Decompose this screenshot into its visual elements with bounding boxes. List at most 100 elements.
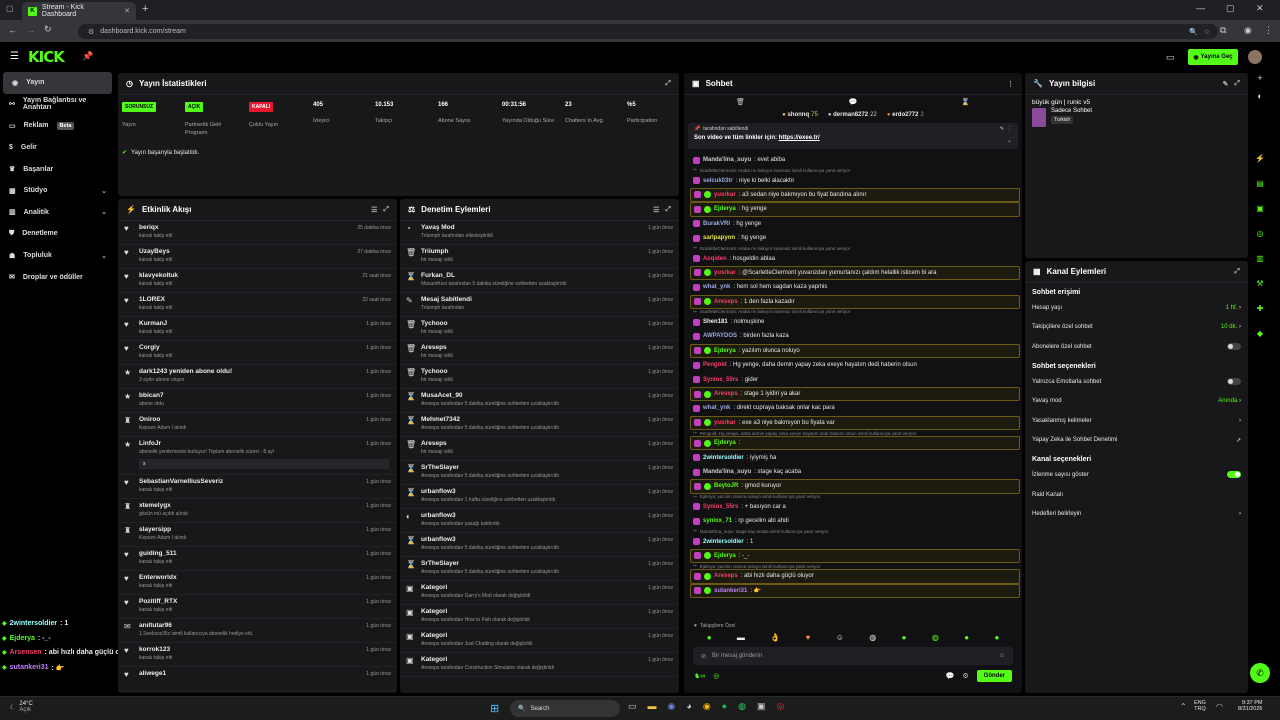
diamond-icon[interactable]: ◆ [1250, 329, 1270, 354]
pin-icon[interactable]: 📌 [82, 51, 93, 62]
language-indicator[interactable]: ENG TRQ [1194, 700, 1206, 712]
chat-username[interactable]: yusrkar [714, 270, 736, 276]
trash-icon[interactable]: 🗑 [736, 98, 745, 106]
chat-message[interactable]: what_ynk: direkt cupraya baksak onlar ka… [684, 401, 1022, 415]
support-icon[interactable]: ✆ [1250, 663, 1270, 683]
emote-icon[interactable]: ▬ [737, 633, 745, 642]
followers-only-row[interactable]: Takipçilere özel sohbet 10 dk. › [1025, 318, 1248, 338]
weather-widget[interactable]: ☾ 24°C Açık [10, 701, 33, 713]
chat-message[interactable]: yusrkar: exe a3 niye bakmıyon bu fiyata … [690, 415, 1020, 431]
sidebar-item-6[interactable]: ▥ Analitik ⌄ [0, 202, 116, 224]
emote-icon[interactable]: 👌 [770, 633, 780, 642]
clock[interactable]: 9:37 PM 8/31/2026 [1238, 700, 1262, 712]
hourglass-icon[interactable]: ⌛ [961, 98, 970, 106]
chat-message[interactable]: Manda'lina_suyu: evet abiba [684, 153, 1022, 167]
chat-username[interactable]: BeytoJR [714, 483, 738, 489]
chat-message[interactable]: 2wintersoldier: iyiymiş ha [684, 450, 1022, 464]
chat-message[interactable]: yusrkar: a3 sedan niye bakmıyon bu fiyat… [690, 187, 1020, 203]
target-icon[interactable]: ◎ [1250, 229, 1270, 254]
zoom-icon[interactable]: 🔍 [1189, 28, 1198, 36]
go-live-button[interactable]: ◉ Yayına Geç [1188, 49, 1238, 65]
bolt-icon[interactable]: ⚡ [1250, 154, 1270, 179]
chat-username[interactable]: what_ynk [703, 405, 730, 411]
raid-row[interactable]: Raid Kanalı [1025, 485, 1248, 505]
chat-message[interactable]: BurakVRI: hg yenge [684, 217, 1022, 231]
chat-username[interactable]: Manda'lina_suyu [703, 157, 751, 163]
sidebar-item-9[interactable]: ✉ Droplar ve ödüller [0, 266, 116, 288]
chat-message[interactable]: Pengold: Hg yenge, daha demin yapay zeka… [684, 358, 1022, 372]
viewer-count-toggle[interactable] [1227, 471, 1241, 479]
chat-input[interactable]: ⊘ Bir mesaj gönderin ☺ [693, 647, 1013, 665]
browser-menu-icon[interactable]: ⋮ [1264, 25, 1273, 36]
sidebar-item-8[interactable]: ☗ Topluluk ⌄ [0, 245, 116, 267]
contrast-icon[interactable]: ◐ [1250, 91, 1270, 109]
sidebar-item-7[interactable]: ⛊ Denetleme [0, 223, 116, 245]
chat-username[interactable]: Syniox_55rs [703, 504, 738, 510]
chat-username[interactable]: yusrkar [714, 420, 736, 426]
tray-up-icon[interactable]: ⌃ [1180, 702, 1187, 711]
chat-username[interactable]: Pengold [703, 362, 727, 368]
minimize-icon[interactable]: — [1196, 3, 1205, 13]
emote-icon[interactable]: ● [964, 633, 969, 642]
chat-message[interactable]: BeytoJR: gmod kuruyor [690, 479, 1020, 494]
chat-username[interactable]: Ejderya [714, 348, 736, 354]
chat-username[interactable]: Manda'lina_suyu [703, 469, 751, 475]
chat-icon[interactable]: 💬 [849, 98, 858, 106]
extensions-icon[interactable]: ⧉ [1220, 25, 1226, 36]
chat-message[interactable]: Syniox_55rs: gider [684, 372, 1022, 386]
maximize-icon[interactable]: ▢ [1226, 3, 1235, 14]
terminal-icon[interactable]: ▣ [757, 701, 766, 712]
profile-icon[interactable]: ◉ [1244, 25, 1252, 36]
chat-username[interactable]: AWPAYDOS [703, 333, 737, 339]
expand-icon[interactable]: ⤢ [383, 206, 389, 214]
close-tab-icon[interactable]: ✕ [124, 7, 130, 15]
browser-tab[interactable]: K Stream - Kick Dashboard ✕ [22, 2, 136, 20]
chat-username[interactable]: Ejderya [714, 440, 736, 446]
emote-icon[interactable]: ♥ [806, 633, 811, 642]
chat-message[interactable]: Syniox_55rs: + basıyon car a [684, 500, 1022, 514]
chat-message[interactable]: Ejderya: [690, 436, 1020, 451]
timer-icon[interactable]: ◎ [713, 672, 719, 680]
chat-username[interactable]: 2wintersoldier [703, 539, 744, 545]
taskbar-search[interactable]: 🔍 Search [510, 700, 620, 717]
edit-icon[interactable]: ✎ [1000, 126, 1004, 132]
sidebar-item-5[interactable]: ▦ Stüdyo ⌄ [0, 180, 116, 202]
sidebar-item-2[interactable]: ▭ Reklam Beta [0, 115, 116, 137]
wrench-icon[interactable]: ⚒ [1250, 279, 1270, 304]
chat-username[interactable]: what_ynk [703, 284, 730, 290]
banned-words-row[interactable]: Yasaklanmış kelimeler › [1025, 411, 1248, 431]
chat-username[interactable]: syniox_71 [703, 518, 732, 524]
puzzle-icon[interactable]: ✚ [1250, 304, 1270, 329]
sidebar-item-4[interactable]: ♛ Başarılar [0, 158, 116, 180]
chat-message[interactable]: Ejderya: hg yenge [690, 202, 1020, 217]
kick-logo[interactable]: KICK [28, 48, 65, 66]
file-explorer-icon[interactable]: ▬ [648, 701, 657, 712]
expand-icon[interactable]: ⤢ [1234, 80, 1240, 88]
chat-icon[interactable]: ▣ [1250, 204, 1270, 229]
slow-mode-row[interactable]: Yavaş mod Anında › [1025, 391, 1248, 411]
send-button[interactable]: Gönder [976, 670, 1012, 682]
emotes-only-toggle[interactable] [1227, 378, 1241, 386]
windows-start-icon[interactable]: ⊞ [490, 702, 499, 715]
chat-message[interactable]: Ejderya: -_- [690, 548, 1020, 564]
forward-icon[interactable]: → [26, 25, 35, 35]
sidebar-item-3[interactable]: $ Gelir [0, 137, 116, 159]
mod-tools-icon[interactable]: ♞∞ [694, 672, 705, 680]
emote-icon[interactable]: ● [707, 633, 712, 642]
expand-icon[interactable]: ⤢ [665, 206, 671, 214]
site-info-icon[interactable]: ⚙ [88, 28, 94, 36]
tab-switcher-icon[interactable]: ▢ [6, 4, 14, 13]
chat-username[interactable]: Shen181 [703, 319, 728, 325]
chat-message[interactable]: Areseps: 1 den fazla kazadır [690, 294, 1020, 309]
emote-icon[interactable]: ☺ [836, 633, 844, 642]
emote-icon[interactable]: ● [994, 633, 999, 642]
task-view-icon[interactable]: ▭ [628, 701, 637, 712]
chat-message[interactable]: Areseps: abi hızlı daha güçlü oluyor [690, 569, 1020, 584]
filter-icon[interactable]: ☰ [371, 206, 377, 214]
back-icon[interactable]: ← [8, 25, 17, 35]
chat-message[interactable]: Manda'lina_suyu: stage kaç acaba [684, 465, 1022, 479]
steam-icon[interactable]: ◕ [686, 701, 691, 712]
url-field[interactable]: ⚙ dashboard.kick.com/stream 🔍 ☆ [78, 24, 1218, 39]
expand-icon[interactable]: ⤢ [1234, 268, 1240, 276]
chat-message[interactable]: syniox_71: rp gecelim abi ahdi [684, 514, 1022, 528]
